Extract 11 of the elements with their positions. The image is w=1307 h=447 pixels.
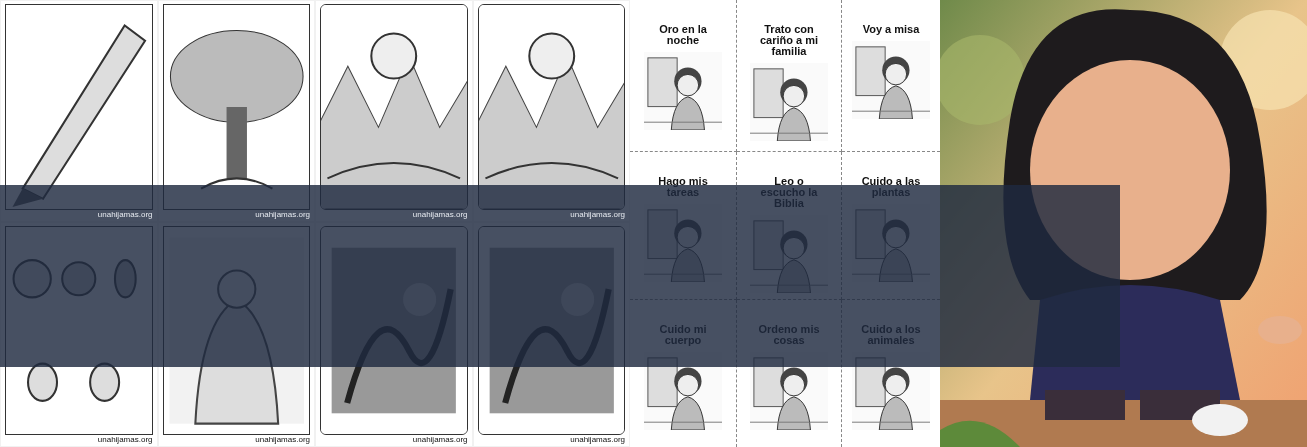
- page-footer: unahijamas.org: [412, 210, 468, 220]
- page-footer: unahijamas.org: [97, 435, 153, 445]
- page-footer: unahijamas.org: [255, 435, 310, 445]
- page-footer: unahijamas.org: [570, 210, 625, 220]
- page-footer: unahijamas.org: [255, 210, 310, 220]
- card-title: Oro en la noche: [658, 24, 708, 46]
- page-footer: unahijamas.org: [97, 210, 153, 220]
- card-title: Voy a misa: [862, 24, 920, 35]
- page-footer: unahijamas.org: [412, 435, 468, 445]
- card-title: Trato con cariño a mi familia: [758, 24, 820, 57]
- page-footer: unahijamas.org: [570, 435, 625, 445]
